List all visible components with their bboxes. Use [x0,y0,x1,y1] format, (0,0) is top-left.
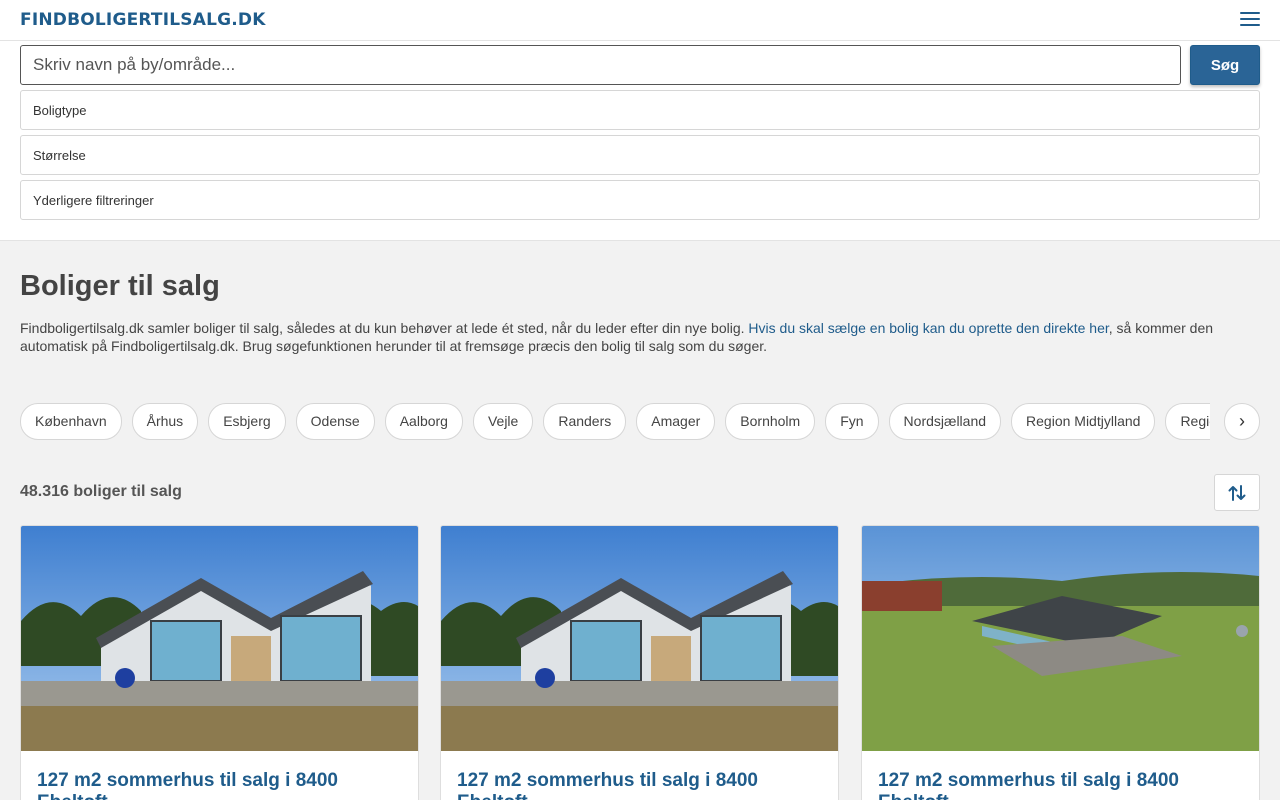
intro-text: Findboligertilsalg.dk samler boliger til… [20,319,1260,355]
filter-yderligere[interactable]: Yderligere filtreringer [20,180,1260,220]
chip-amager[interactable]: Amager [636,403,716,440]
chip-aarhus[interactable]: Århus [131,403,199,440]
listing-card[interactable]: 127 m2 sommerhus til salg i 8400 Ebeltof… [440,525,839,800]
chevron-right-icon[interactable]: › [1224,403,1260,440]
result-count: 48.316 boliger til salg [20,483,182,500]
listing-title[interactable]: 127 m2 sommerhus til salg i 8400 Ebeltof… [37,770,407,800]
top-bar: FINDBOLIGERTILSALG.DK [0,0,1280,41]
chip-nordsjaelland[interactable]: Nordsjælland [888,403,1002,440]
listing-card[interactable]: 127 m2 sommerhus til salg i 8400 Ebeltof… [861,525,1260,800]
search-button[interactable]: Søg [1190,45,1260,85]
summer-house-aerial-photo [862,526,1259,751]
chip-fyn[interactable]: Fyn [825,403,879,440]
location-chips: København Århus Esbjerg Odense Aalborg Vejle R… [20,403,1210,441]
listing-card[interactable]: 127 m2 sommerhus til salg i 8400 Ebeltof… [20,525,419,800]
chip-kobenhavn[interactable]: København [20,403,122,440]
hamburger-menu-icon[interactable] [1240,12,1260,28]
site-logo[interactable]: FINDBOLIGERTILSALG.DK [20,10,266,30]
chip-odense[interactable]: Odense [295,403,375,440]
chip-aalborg[interactable]: Aalborg [384,403,463,440]
search-input[interactable] [20,45,1181,85]
chip-bornholm[interactable]: Bornholm [725,403,816,440]
intro-text-start: Findboligertilsalg.dk samler boliger til… [20,320,749,336]
listing-title[interactable]: 127 m2 sommerhus til salg i 8400 Ebeltof… [878,770,1248,800]
chip-esbjerg[interactable]: Esbjerg [208,403,286,440]
search-panel: Søg Boligtype Størrelse Yderligere filtr… [0,41,1280,241]
filter-boligtype[interactable]: Boligtype [20,90,1260,130]
summer-house-photo [441,526,838,751]
chip-vejle[interactable]: Vejle [472,403,534,440]
summer-house-photo [21,526,418,751]
chip-region-syddanmark[interactable]: Region Syddanmark [1165,403,1210,440]
page-title: Boliger til salg [20,270,220,302]
sort-button[interactable] [1214,474,1260,511]
chip-randers[interactable]: Randers [543,403,627,440]
chip-region-midtjylland[interactable]: Region Midtjylland [1011,403,1156,440]
create-listing-link[interactable]: Hvis du skal sælge en bolig kan du opret… [748,320,1108,336]
filter-storrelse[interactable]: Størrelse [20,135,1260,175]
listing-title[interactable]: 127 m2 sommerhus til salg i 8400 Ebeltof… [457,770,827,800]
sort-arrows-icon [1228,484,1246,501]
